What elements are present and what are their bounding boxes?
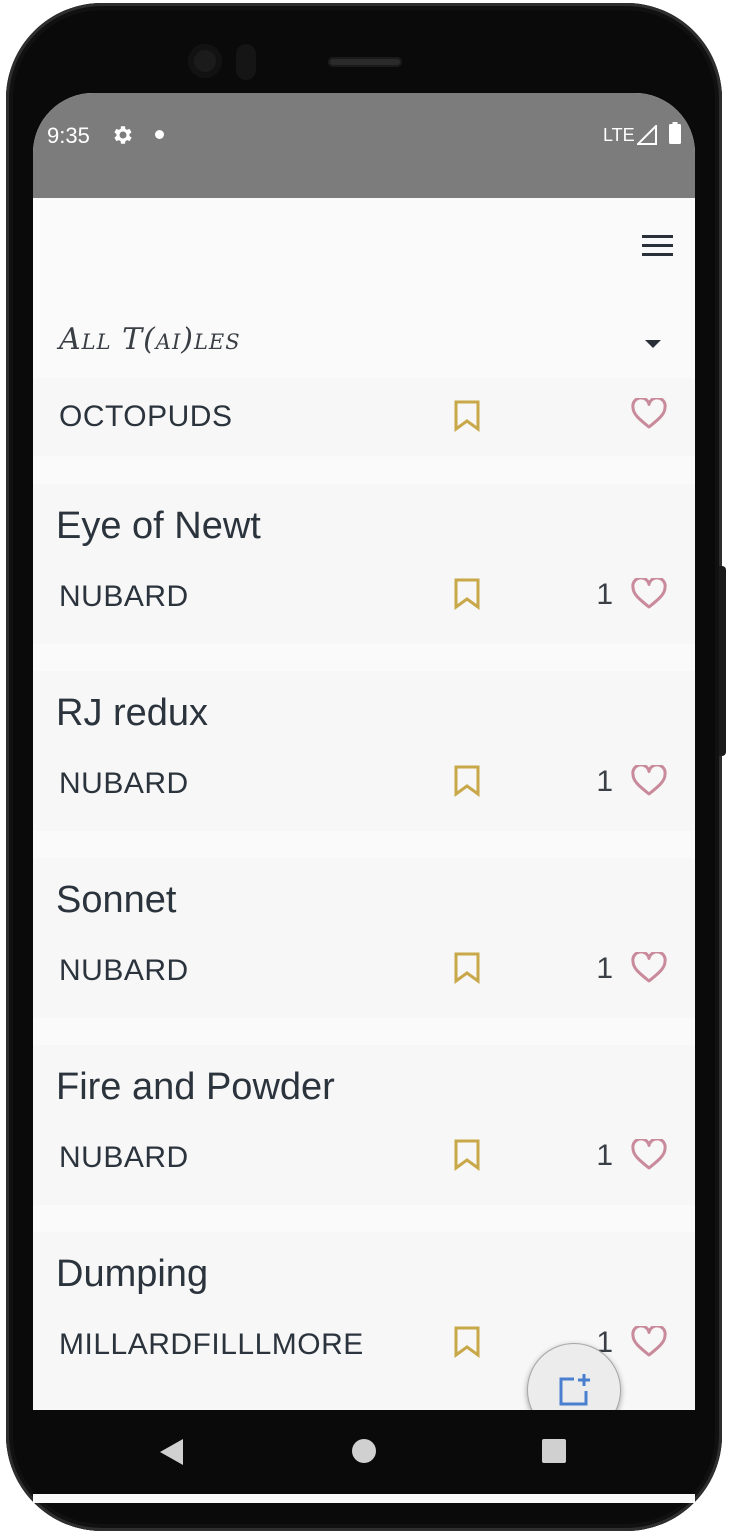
proximity-sensor xyxy=(236,44,256,80)
tale-title: Fire and Powder xyxy=(56,1066,335,1108)
battery-icon xyxy=(669,122,681,144)
tale-author[interactable]: NUBARD xyxy=(59,580,189,614)
tale-card[interactable]: Eye of Newt NUBARD 1 xyxy=(33,484,695,644)
notification-dot-icon xyxy=(155,130,164,139)
tale-card[interactable]: RJ redux NUBARD 1 xyxy=(33,671,695,831)
tale-author[interactable]: NUBARD xyxy=(59,1141,189,1175)
signal-icon xyxy=(637,125,657,145)
heart-icon[interactable] xyxy=(631,578,667,610)
heart-icon[interactable] xyxy=(631,398,667,430)
filter-label: All T(ai)les xyxy=(59,322,241,357)
tale-author[interactable]: OCTOPUDS xyxy=(59,400,232,434)
network-label: LTE xyxy=(603,125,635,145)
add-tale-icon xyxy=(559,1374,590,1406)
navigation-bar xyxy=(33,1410,695,1494)
like-count: 1 xyxy=(596,765,613,798)
heart-icon[interactable] xyxy=(631,765,667,797)
tale-card[interactable]: Sonnet NUBARD 1 xyxy=(33,858,695,1018)
heart-icon[interactable] xyxy=(631,952,667,984)
like-count: 1 xyxy=(596,1139,613,1172)
tale-author[interactable]: MILLARDFILLLMORE xyxy=(59,1328,364,1362)
menu-button[interactable] xyxy=(637,230,677,262)
tale-filter-dropdown[interactable]: All T(ai)les xyxy=(33,308,695,378)
front-camera xyxy=(188,44,222,78)
hamburger-line xyxy=(642,244,673,247)
home-icon[interactable] xyxy=(352,1439,376,1463)
hamburger-line xyxy=(642,253,673,256)
tale-author[interactable]: NUBARD xyxy=(59,767,189,801)
status-bar: 9:35 LTE xyxy=(33,93,695,198)
like-count: 1 xyxy=(596,578,613,611)
like-count: 1 xyxy=(596,952,613,985)
bookmark-icon[interactable] xyxy=(453,952,481,984)
bookmark-icon[interactable] xyxy=(453,765,481,797)
screen: 9:35 LTE All T(ai)les OCTOPUDS Eye of Ne… xyxy=(33,93,695,1503)
bookmark-icon[interactable] xyxy=(453,1326,481,1358)
tale-card[interactable]: OCTOPUDS xyxy=(33,378,695,456)
hamburger-menu-icon xyxy=(642,235,673,238)
heart-icon[interactable] xyxy=(631,1326,667,1358)
earpiece-speaker xyxy=(328,57,402,67)
bookmark-icon[interactable] xyxy=(453,578,481,610)
gear-icon xyxy=(114,126,132,144)
bookmark-icon[interactable] xyxy=(453,400,481,432)
tale-title: Sonnet xyxy=(56,879,177,921)
tale-title: Eye of Newt xyxy=(56,505,261,547)
tale-title: Dumping xyxy=(56,1253,209,1295)
recents-icon[interactable] xyxy=(542,1439,566,1463)
status-time: 9:35 xyxy=(47,123,90,148)
bookmark-icon[interactable] xyxy=(453,1139,481,1171)
app-content: All T(ai)les OCTOPUDS Eye of Newt NUBARD… xyxy=(33,198,695,1503)
tale-title: RJ redux xyxy=(56,692,209,734)
side-button xyxy=(719,566,726,756)
back-icon[interactable] xyxy=(160,1439,183,1465)
dropdown-arrow-icon xyxy=(645,340,661,348)
tale-card[interactable]: Fire and Powder NUBARD 1 xyxy=(33,1045,695,1205)
heart-icon[interactable] xyxy=(631,1139,667,1171)
tale-author[interactable]: NUBARD xyxy=(59,954,189,988)
